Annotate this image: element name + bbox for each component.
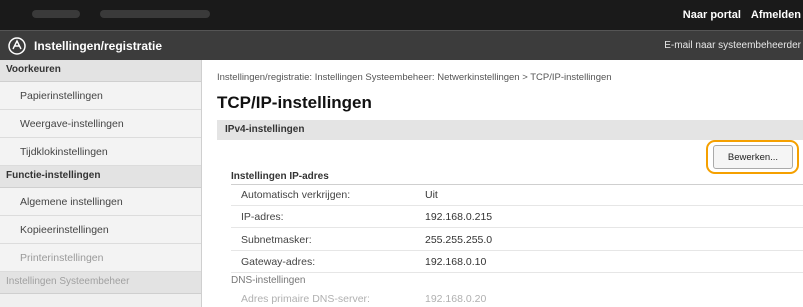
ip-row-auto: Automatisch verkrijgen: Uit [231,185,803,206]
edit-area: Bewerken... [217,140,803,174]
sidebar-item-paper[interactable]: Papierinstellingen [0,82,201,110]
row-value: 192.168.0.215 [425,211,493,223]
row-label: Automatisch verkrijgen: [241,189,351,201]
main-content: Instellingen/registratie: Instellingen S… [203,60,803,307]
row-label: Subnetmasker: [241,234,312,246]
blurred-text [32,10,80,18]
dns-row-primary: Adres primaire DNS-server: 192.168.0.20 [231,289,803,307]
row-value: 192.168.0.20 [425,293,487,305]
sidebar-item-clock[interactable]: Tijdklokinstellingen [0,138,201,166]
logout-link[interactable]: Afmelden [751,9,801,21]
row-value: 255.255.255.0 [425,234,493,246]
settings-logo-icon [8,37,26,55]
dns-settings-heading: DNS-instellingen [231,275,306,286]
sidebar-item-general[interactable]: Algemene instellingen [0,188,201,216]
page-title: TCP/IP-instellingen [217,93,372,112]
sidebar-heading-system: Instellingen Systeembeheer [0,272,201,294]
section-title-ipv4: IPv4-instellingen [217,120,803,140]
top-bar: Naar portal Afmelden [0,0,803,30]
row-label: Gateway-adres: [241,256,316,268]
app-title: Instellingen/registratie [34,39,163,53]
sidebar-item-copy[interactable]: Kopieerinstellingen [0,216,201,244]
row-label: IP-adres: [241,211,284,223]
title-bar: Instellingen/registratie E-mail naar sys… [0,30,803,60]
sidebar-heading-functions: Functie-instellingen [0,166,201,188]
row-value: Uit [425,189,438,201]
top-links: Naar portal Afmelden [683,0,803,30]
sidebar-item-printer[interactable]: Printerinstellingen [0,244,201,272]
ip-row-address: IP-adres: 192.168.0.215 [231,207,803,228]
ip-settings-heading: Instellingen IP-adres [231,171,803,185]
mail-admin-link[interactable]: E-mail naar systeembeheerder [664,40,801,51]
blurred-text [100,10,210,18]
ip-row-subnet: Subnetmasker: 255.255.255.0 [231,230,803,251]
edit-button[interactable]: Bewerken... [713,145,793,169]
ip-row-gateway: Gateway-adres: 192.168.0.10 [231,252,803,273]
sidebar-heading-preferences: Voorkeuren [0,60,201,82]
sidebar-item-display[interactable]: Weergave-instellingen [0,110,201,138]
breadcrumb: Instellingen/registratie: Instellingen S… [217,72,612,83]
sidebar: Voorkeuren Papierinstellingen Weergave-i… [0,60,202,307]
row-value: 192.168.0.10 [425,256,487,268]
portal-link[interactable]: Naar portal [683,9,741,21]
row-label: Adres primaire DNS-server: [241,293,370,305]
